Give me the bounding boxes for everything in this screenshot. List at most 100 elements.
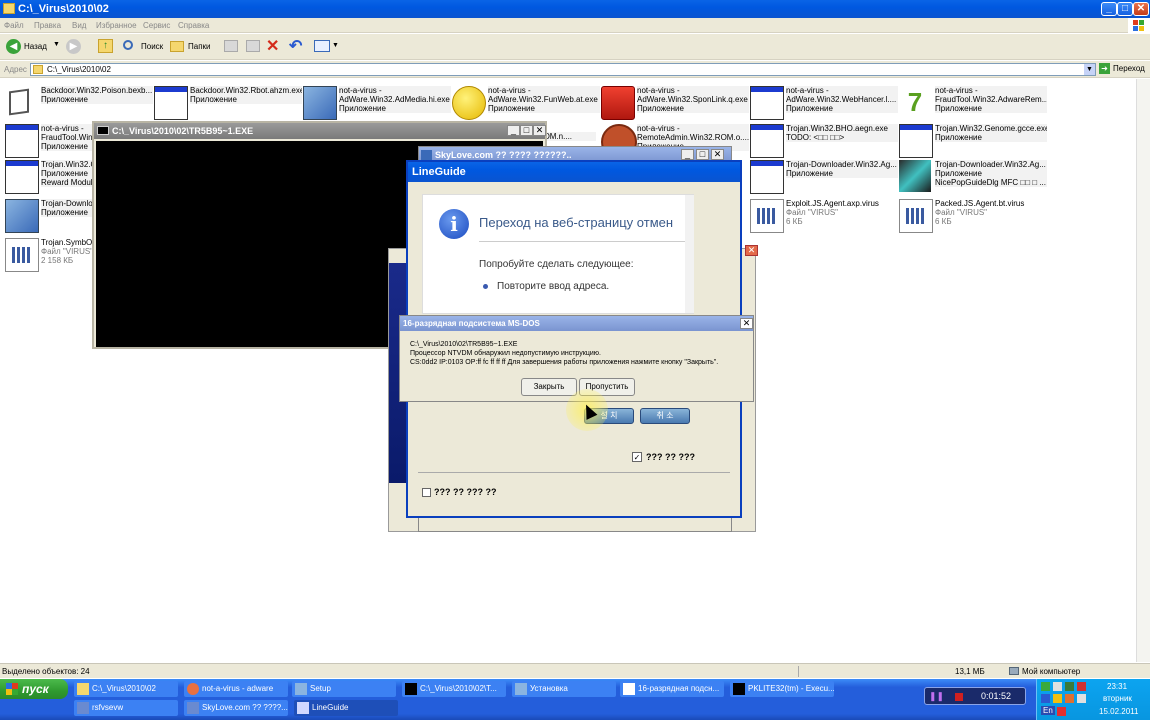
tray-icon[interactable]: [1041, 682, 1050, 691]
maximize-button[interactable]: □: [1117, 2, 1133, 16]
divider: [479, 241, 689, 242]
list-item[interactable]: Backdoor.Win32.Rbot.ahzm.exe Приложение: [154, 84, 302, 120]
tray-icon[interactable]: [1053, 694, 1062, 703]
address-input[interactable]: C:\_Virus\2010\02 ▼: [30, 63, 1096, 76]
up-folder-icon[interactable]: ↑: [98, 39, 113, 53]
cancel-button[interactable]: 취 소: [640, 408, 690, 424]
file-name: not-a-virus - FraudTool.Win3...: [41, 124, 93, 142]
tray-icon[interactable]: [1077, 682, 1086, 691]
taskbar-item[interactable]: not-a-virus - adware: [184, 681, 288, 697]
menu-edit[interactable]: Правка: [34, 18, 61, 33]
recorder-widget[interactable]: ❚❚ 0:01:52: [924, 687, 1026, 705]
list-item[interactable]: Trojan-Downloader.Win32.Ag... Приложение N…: [899, 158, 1047, 194]
taskbar-item[interactable]: C:\_Virus\2010\02\T...: [402, 681, 506, 697]
scrollbar-vertical[interactable]: [1136, 79, 1150, 662]
skylove-minimize-button[interactable]: _: [681, 149, 694, 160]
ntvdm-dialog[interactable]: 16-разрядная подсистема MS-DOS ✕ C:\_Vir…: [399, 315, 754, 402]
skylove-maximize-button[interactable]: □: [696, 149, 709, 160]
undo-icon[interactable]: ↶: [289, 36, 302, 56]
tray-icon[interactable]: [1077, 694, 1086, 703]
search-button[interactable]: Поиск: [123, 38, 167, 56]
list-item[interactable]: not-a-virus - AdWare.Win32.WebHancer.l..…: [750, 84, 898, 120]
tray-icon[interactable]: [1065, 682, 1074, 691]
file-icon: [750, 199, 784, 233]
file-type: Приложение: [935, 133, 982, 142]
file-name: Packed.JS.Agent.bt.virus: [935, 199, 1025, 208]
tray-icon[interactable]: [1057, 707, 1066, 716]
views-chevron-icon[interactable]: ▼: [332, 42, 339, 49]
list-item[interactable]: not-a-virus - AdWare.Win32.AdMedia.hi.ex…: [303, 84, 451, 120]
menu-tools[interactable]: Сервис: [143, 18, 170, 33]
address-dropdown-button[interactable]: ▼: [1084, 64, 1095, 75]
skylove-close-button[interactable]: ✕: [711, 149, 724, 160]
list-item[interactable]: Trojan.Win32.Genome.gcce.exe Приложение: [899, 122, 1047, 158]
menu-view[interactable]: Вид: [72, 18, 86, 33]
setup-close-button[interactable]: ✕: [745, 245, 758, 256]
copy-to-icon[interactable]: [246, 40, 260, 52]
close-dialog-button[interactable]: Закрыть: [521, 378, 577, 396]
pause-icon[interactable]: ❚❚: [929, 691, 944, 702]
file-desc: Reward Module: [41, 178, 93, 187]
start-button[interactable]: пуск: [0, 679, 68, 699]
list-item[interactable]: not-a-virus - AdWare.Win32.SponLink.q.ex…: [601, 84, 749, 120]
ntvdm-details: CS:0dd2 IP:0103 OP:ff fc ff ff ff Для за…: [410, 359, 719, 366]
menu-help[interactable]: Справка: [178, 18, 209, 33]
taskbar-item[interactable]: rsfvsevw: [74, 700, 178, 716]
language-indicator[interactable]: En: [1041, 706, 1055, 715]
file-type: Файл "VIRUS": [41, 247, 93, 256]
dos-maximize-button[interactable]: □: [520, 125, 533, 136]
chevron-down-icon[interactable]: ▼: [53, 41, 60, 48]
folders-button[interactable]: Папки: [170, 38, 216, 56]
delete-icon[interactable]: ✕: [266, 36, 279, 56]
app-window-icon: [154, 86, 188, 120]
list-item[interactable]: Backdoor.Win32.Poison.bexb... Приложение: [5, 84, 153, 120]
taskbar-item[interactable]: C:\_Virus\2010\02: [74, 681, 178, 697]
record-icon[interactable]: [955, 693, 963, 701]
folder-icon: [33, 65, 43, 74]
move-to-icon[interactable]: [224, 40, 238, 52]
close-button[interactable]: ✕: [1133, 2, 1149, 16]
clock-time: 23:31: [1107, 682, 1128, 691]
list-item[interactable]: Exploit.JS.Agent.axp.virus Файл "VIRUS" 6 …: [750, 197, 898, 233]
taskbar-item[interactable]: SkyLove.com ?? ????...: [184, 700, 288, 716]
tray-icon[interactable]: [1041, 694, 1050, 703]
taskbar-item[interactable]: Установка: [512, 681, 616, 697]
forward-button[interactable]: ▶: [66, 39, 81, 54]
cubes-icon: [899, 160, 931, 192]
tray-icon[interactable]: [1065, 694, 1074, 703]
menu-file[interactable]: Файл: [4, 18, 24, 33]
taskbar-item[interactable]: Setup: [292, 681, 396, 697]
app-icon: [187, 702, 199, 714]
computer-icon: [1009, 667, 1019, 675]
ntvdm-close-button[interactable]: ✕: [740, 318, 753, 329]
file-icon: [899, 199, 933, 233]
views-icon[interactable]: [314, 40, 330, 52]
scrollbar-vertical[interactable]: [685, 195, 694, 313]
checkbox-2[interactable]: [422, 488, 431, 497]
go-button[interactable]: ➜ Переход: [1099, 63, 1149, 76]
back-button[interactable]: ◀ Назад ▼: [6, 38, 62, 56]
go-arrow-icon: ➜: [1099, 63, 1110, 74]
file-type: Приложение: [41, 208, 88, 217]
checkbox-1[interactable]: ✓: [632, 452, 642, 462]
menu-favorites[interactable]: Избранное: [96, 18, 137, 33]
taskbar-item[interactable]: PKLITE32(tm) - Execu...: [730, 681, 834, 697]
taskbar-item[interactable]: LineGuide: [294, 700, 398, 716]
dos-minimize-button[interactable]: _: [507, 125, 520, 136]
folder-icon: [3, 3, 15, 14]
taskbar-item[interactable]: 16-разрядная подсн...: [620, 681, 724, 697]
list-item[interactable]: Trojan.Win32.BHO.aegn.exe TODO: <□□ □□>: [750, 122, 898, 158]
dos-close-button[interactable]: ✕: [533, 125, 546, 136]
list-item[interactable]: not-a-virus - AdWare.Win32.FunWeb.at.exe…: [452, 84, 600, 120]
info-icon: i: [439, 209, 469, 239]
minimize-button[interactable]: _: [1101, 2, 1117, 16]
list-item[interactable]: Trojan-Downloader.Win32.Ag... Приложение: [750, 158, 898, 194]
system-tray: En 23:31 вторник 15.02.2011: [1036, 679, 1150, 720]
list-item[interactable]: 7 not-a-virus - FraudTool.Win32.AdwareRe…: [899, 84, 1047, 120]
status-location: Мой компьютер: [1022, 667, 1081, 676]
list-item[interactable]: Packed.JS.Agent.bt.virus Файл "VIRUS" 6 КБ: [899, 197, 1047, 233]
address-value: C:\_Virus\2010\02: [47, 65, 111, 74]
start-label: пуск: [22, 682, 49, 696]
ntvdm-title: 16-разрядная подсистема MS-DOS: [403, 319, 540, 328]
tray-icon[interactable]: [1053, 682, 1062, 691]
